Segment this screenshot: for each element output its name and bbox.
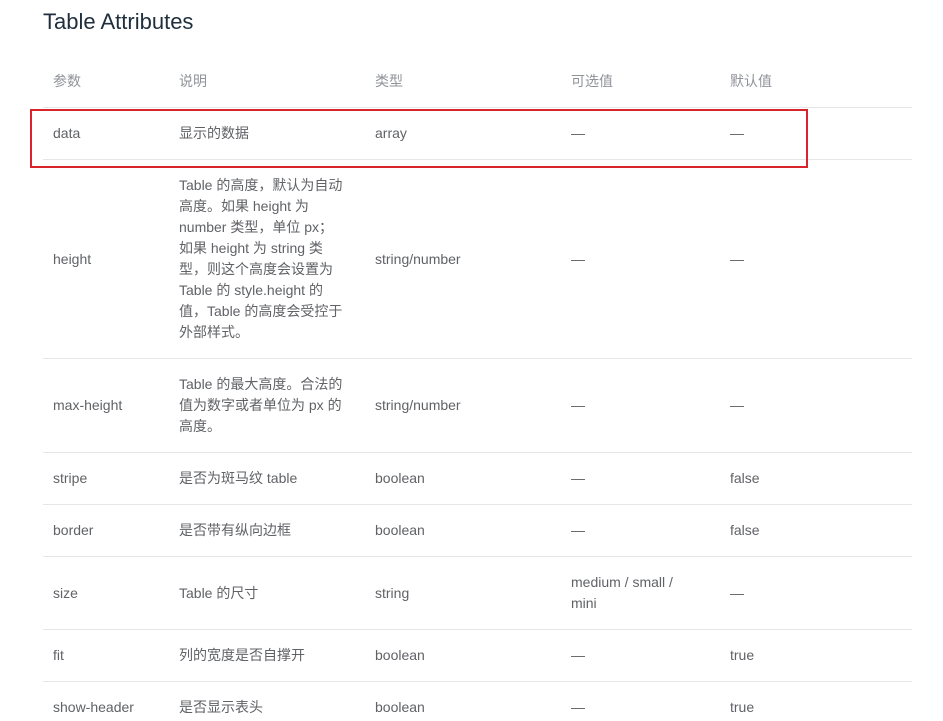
table-row-height: height Table 的高度，默认为自动 高度。如果 height 为 numbe… — [43, 160, 912, 359]
description-cell: Table 的高度，默认为自动 高度。如果 height 为 number 类型，单… — [164, 160, 360, 358]
options-cell: — — [571, 522, 585, 538]
description-text-line: Table 的 style.height 的 — [179, 282, 323, 298]
options-cell: medium / small / mini — [556, 557, 715, 629]
description-cell: 是否为斑马纹 table — [179, 470, 298, 486]
param-cell: show-header — [53, 699, 134, 715]
table-row-max-height: max-height Table 的最大高度。合法的 值为数字或者单位为 px 的高… — [43, 359, 912, 453]
type-cell: boolean — [375, 470, 425, 486]
type-cell: string/number — [375, 397, 461, 413]
type-cell: boolean — [375, 699, 425, 715]
options-cell: — — [571, 699, 585, 715]
description-text-line: 值，Table 的高度会受控于 — [179, 303, 343, 319]
options-text-line: mini — [571, 595, 597, 611]
table-row-stripe: stripe 是否为斑马纹 table boolean — false — [43, 453, 912, 505]
description-text-line: 高度。如果 height 为 — [179, 198, 309, 214]
param-cell: size — [53, 584, 78, 601]
description-text-line: Table 的最大高度。合法的 — [179, 376, 343, 392]
description-text-line: 高度。 — [179, 418, 221, 434]
header-options: 可选值 — [571, 73, 613, 89]
default-cell: — — [730, 125, 744, 141]
type-cell: boolean — [375, 522, 425, 538]
options-cell: — — [571, 470, 585, 486]
table-attributes-table: 参数 说明 类型 可选值 默认值 data 显示的数据 array — — height T… — [43, 56, 912, 721]
page-title: Table Attributes — [43, 9, 194, 34]
description-text-line: 如果 height 为 string 类 — [179, 240, 323, 256]
default-cell: false — [730, 522, 760, 538]
table-row-border: border 是否带有纵向边框 boolean — false — [43, 505, 912, 557]
page: Table Attributes 参数 说明 类型 可选值 默认值 data 显示… — [0, 0, 943, 721]
options-text-line: medium / small / — [571, 574, 673, 590]
table-header-row: 参数 说明 类型 可选值 默认值 — [43, 56, 912, 108]
header-description: 说明 — [179, 73, 207, 89]
description-text-line: Table 的高度，默认为自动 — [179, 177, 343, 193]
table-row-data: data 显示的数据 array — — — [43, 108, 912, 160]
type-cell: string — [375, 584, 410, 601]
param-cell: border — [53, 522, 94, 538]
description-cell: Table 的尺寸 — [179, 584, 259, 601]
table-body: data 显示的数据 array — — height Table 的高度，默认为自动 高度。… — [43, 108, 912, 721]
type-cell: string/number — [375, 250, 461, 267]
options-cell: — — [571, 647, 585, 663]
description-text-line: number 类型，单位 px； — [179, 219, 334, 235]
header-type: 类型 — [375, 73, 403, 89]
param-cell: data — [53, 125, 81, 141]
default-cell: — — [730, 397, 744, 413]
options-cell: — — [571, 125, 585, 141]
header-default: 默认值 — [730, 73, 772, 89]
param-cell: stripe — [53, 470, 88, 486]
options-cell: — — [571, 397, 585, 413]
description-cell: 显示的数据 — [179, 125, 249, 141]
description-text-line: 外部样式。 — [179, 324, 249, 340]
options-cell: — — [571, 250, 585, 267]
type-cell: array — [375, 125, 407, 141]
description-cell: 列的宽度是否自撑开 — [179, 647, 305, 663]
description-cell: 是否显示表头 — [179, 699, 263, 715]
table-row-size: size Table 的尺寸 string medium / small / mini — — [43, 557, 912, 630]
table-row-show-header: show-header 是否显示表头 boolean — true — [43, 682, 912, 721]
param-cell: fit — [53, 647, 64, 663]
description-cell: Table 的最大高度。合法的 值为数字或者单位为 px 的高度。 — [164, 359, 360, 452]
header-param: 参数 — [53, 73, 81, 89]
description-text-line: 型，则这个高度会设置为 — [179, 261, 333, 277]
default-cell: false — [730, 470, 760, 486]
default-cell: — — [730, 250, 744, 267]
default-cell: true — [730, 699, 755, 715]
description-text-line: 值为数字或者单位为 px 的 — [179, 397, 342, 413]
table-row-fit: fit 列的宽度是否自撑开 boolean — true — [43, 630, 912, 682]
default-cell: true — [730, 647, 755, 663]
description-cell: 是否带有纵向边框 — [179, 522, 291, 538]
param-cell: height — [53, 250, 92, 267]
param-cell: max-height — [53, 397, 123, 413]
default-cell: — — [730, 584, 744, 601]
type-cell: boolean — [375, 647, 425, 663]
